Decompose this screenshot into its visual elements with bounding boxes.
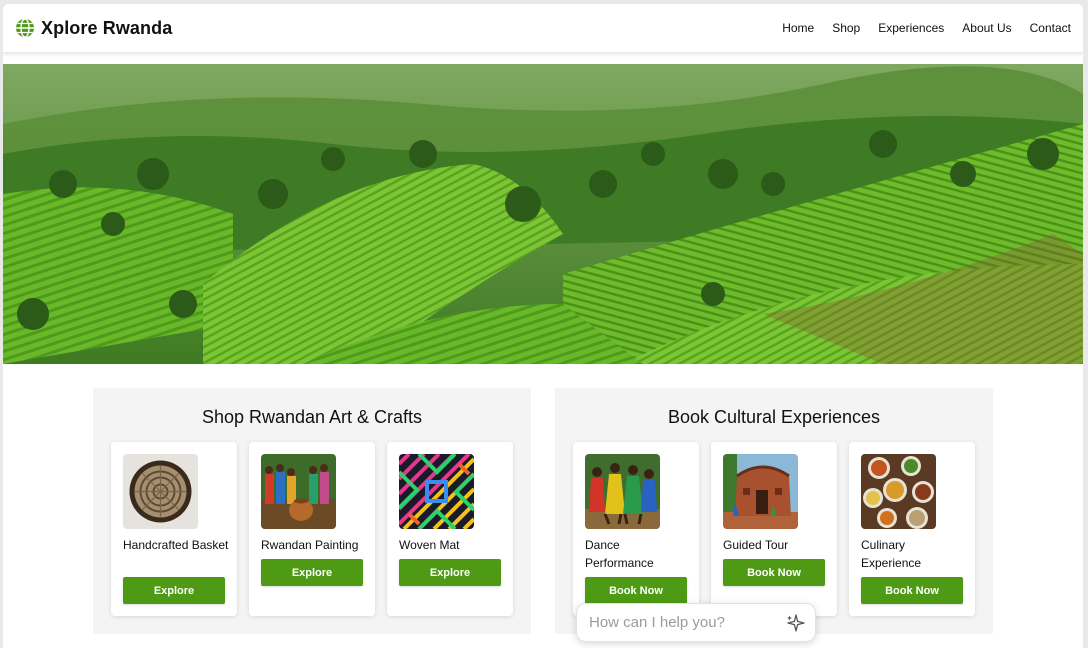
chat-input[interactable] [589,614,779,631]
shop-section: Shop Rwandan Art & Crafts Handcrafted Ba… [93,388,531,634]
dance-image [585,454,660,529]
explore-button[interactable]: Explore [261,559,363,586]
product-card-basket: Handcrafted Basket Explore [111,442,237,616]
experience-card-guided-tour: Guided Tour Book Now [711,442,837,616]
woven-mat-image [399,454,474,529]
experience-card-culinary: Culinary Experience Book Now [849,442,975,616]
globe-icon [16,18,34,38]
product-card-woven-mat: Woven Mat Explore [387,442,513,616]
hero-banner [3,64,1083,364]
shop-section-title: Shop Rwandan Art & Crafts [201,407,423,427]
card-title: Woven Mat [399,538,460,552]
sparkle-icon[interactable] [785,613,805,633]
book-now-button[interactable]: Book Now [585,577,687,604]
shop-cards: Handcrafted Basket Explore Rwandan Paint… [111,442,513,616]
explore-button[interactable]: Explore [399,559,501,586]
tea-hills-landscape-image [3,64,1083,364]
site-header: Xplore Rwanda Home Shop Experiences Abou… [3,4,1083,52]
experiences-section-title: Book Cultural Experiences [667,407,881,427]
painting-image [261,454,336,529]
hut-image [723,454,798,529]
nav-contact[interactable]: Contact [1030,21,1071,35]
card-title: Dance Performance [585,538,654,570]
book-now-button[interactable]: Book Now [861,577,963,604]
brand-name: Xplore Rwanda [41,17,173,38]
experience-cards: Dance Performance Book Now Guided Tour B… [573,442,975,616]
card-title: Guided Tour [723,538,789,552]
basket-image [123,454,198,529]
nav-home[interactable]: Home [782,21,814,35]
nav-about-us[interactable]: About Us [962,21,1011,35]
explore-button[interactable]: Explore [123,577,225,604]
experiences-section: Book Cultural Experiences Dance Performa… [555,388,993,634]
card-title: Rwandan Painting [261,538,359,552]
book-now-button[interactable]: Book Now [723,559,825,586]
page: Xplore Rwanda Home Shop Experiences Abou… [3,4,1083,648]
card-title: Handcrafted Basket [123,538,229,552]
nav-experiences[interactable]: Experiences [878,21,944,35]
nav-shop[interactable]: Shop [832,21,860,35]
chat-widget [576,603,816,642]
product-card-painting: Rwandan Painting Explore [249,442,375,616]
food-image [861,454,936,529]
main-nav: Home Shop Experiences About Us Contact [782,21,1071,35]
brand[interactable]: Xplore Rwanda [15,18,172,39]
experience-card-dance: Dance Performance Book Now [573,442,699,616]
card-title: Culinary Experience [861,538,922,570]
